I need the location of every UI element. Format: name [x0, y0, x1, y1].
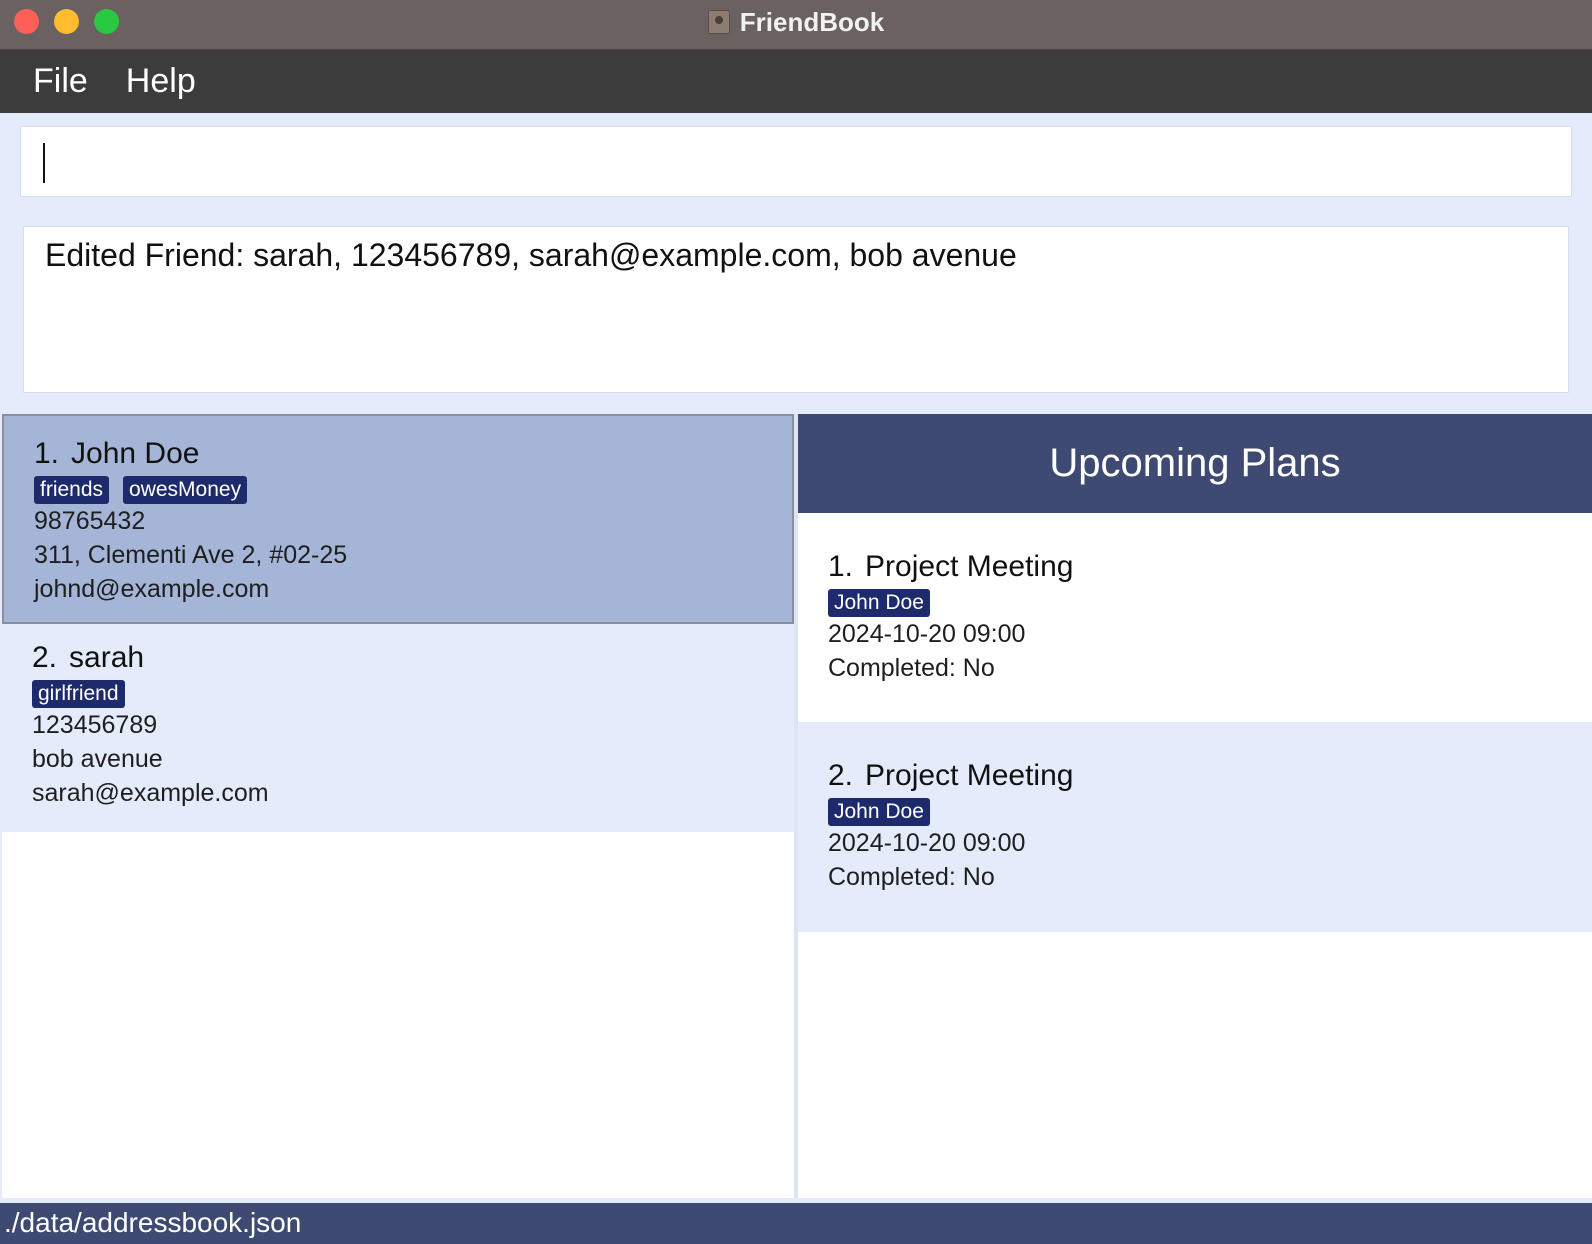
friend-email: johnd@example.com	[34, 575, 270, 603]
friend-address: 311, Clementi Ave 2, #02-25	[34, 541, 348, 569]
text-caret	[43, 143, 45, 183]
result-display: Edited Friend: sarah, 123456789, sarah@e…	[23, 226, 1569, 393]
friend-email: sarah@example.com	[32, 779, 269, 807]
friend-phone: 98765432	[34, 507, 146, 535]
menu-file[interactable]: File	[33, 62, 88, 101]
plan-completed: Completed: No	[828, 863, 995, 891]
plan-person-tag: John Doe	[828, 798, 930, 826]
friend-phone: 123456789	[32, 711, 158, 739]
friend-name: John Doe	[71, 437, 200, 470]
friend-card[interactable]: 2. sarah girlfriend 123456789 bob avenue …	[2, 624, 794, 832]
friend-tag: friends	[34, 476, 110, 504]
friend-card[interactable]: 1. John Doe friends owesMoney 98765432 31…	[2, 414, 794, 624]
menu-bar: File Help	[0, 50, 1592, 113]
friend-tags: girlfriend	[32, 680, 794, 708]
save-location: ./data/addressbook.json	[4, 1207, 302, 1238]
status-bar: ./data/addressbook.json	[0, 1203, 1592, 1244]
plan-card[interactable]: 1. Project Meeting John Doe 2024-10-20 09…	[798, 513, 1592, 722]
result-message: Edited Friend: sarah, 123456789, sarah@e…	[45, 237, 1017, 273]
plan-datetime: 2024-10-20 09:00	[828, 620, 1026, 648]
friend-list[interactable]: 1. John Doe friends owesMoney 98765432 31…	[2, 414, 794, 1198]
plans-panel[interactable]: Upcoming Plans 1. Project Meeting John Do…	[798, 414, 1592, 1198]
plans-header: Upcoming Plans	[798, 414, 1592, 513]
window-titlebar: FriendBook	[0, 0, 1592, 50]
friend-address: bob avenue	[32, 745, 163, 773]
friend-name: sarah	[69, 641, 145, 674]
plan-person-tag: John Doe	[828, 589, 930, 617]
plan-completed: Completed: No	[828, 654, 995, 682]
window-title: FriendBook	[739, 6, 885, 37]
plan-datetime: 2024-10-20 09:00	[828, 829, 1026, 857]
plan-name: Project Meeting	[865, 759, 1074, 792]
plan-index: 1.	[828, 550, 854, 583]
friend-tags: friends owesMoney	[34, 476, 792, 504]
plan-card[interactable]: 2. Project Meeting John Doe 2024-10-20 09…	[798, 722, 1592, 932]
friend-tag: girlfriend	[32, 680, 125, 708]
app-icon	[707, 10, 730, 34]
plans-title: Upcoming Plans	[1049, 441, 1341, 485]
friend-index: 2.	[32, 641, 58, 674]
friend-tag: owesMoney	[123, 476, 248, 504]
plan-index: 2.	[828, 759, 854, 792]
friend-index: 1.	[34, 437, 60, 470]
command-input[interactable]	[20, 126, 1572, 197]
menu-help[interactable]: Help	[126, 62, 196, 101]
plan-name: Project Meeting	[865, 550, 1074, 583]
